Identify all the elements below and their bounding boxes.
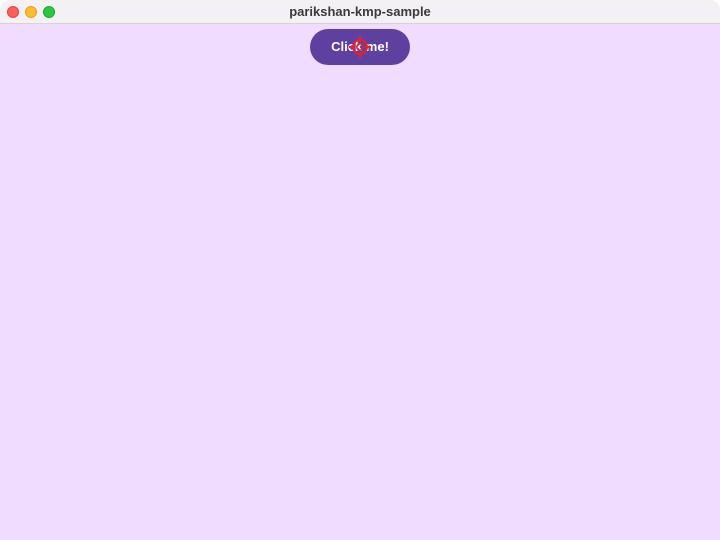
app-window: parikshan-kmp-sample Click me! [0,0,720,540]
main-content: Click me! [0,24,720,540]
click-me-button[interactable]: Click me! [310,29,410,65]
title-bar[interactable]: parikshan-kmp-sample [0,0,720,24]
window-title: parikshan-kmp-sample [289,4,431,19]
